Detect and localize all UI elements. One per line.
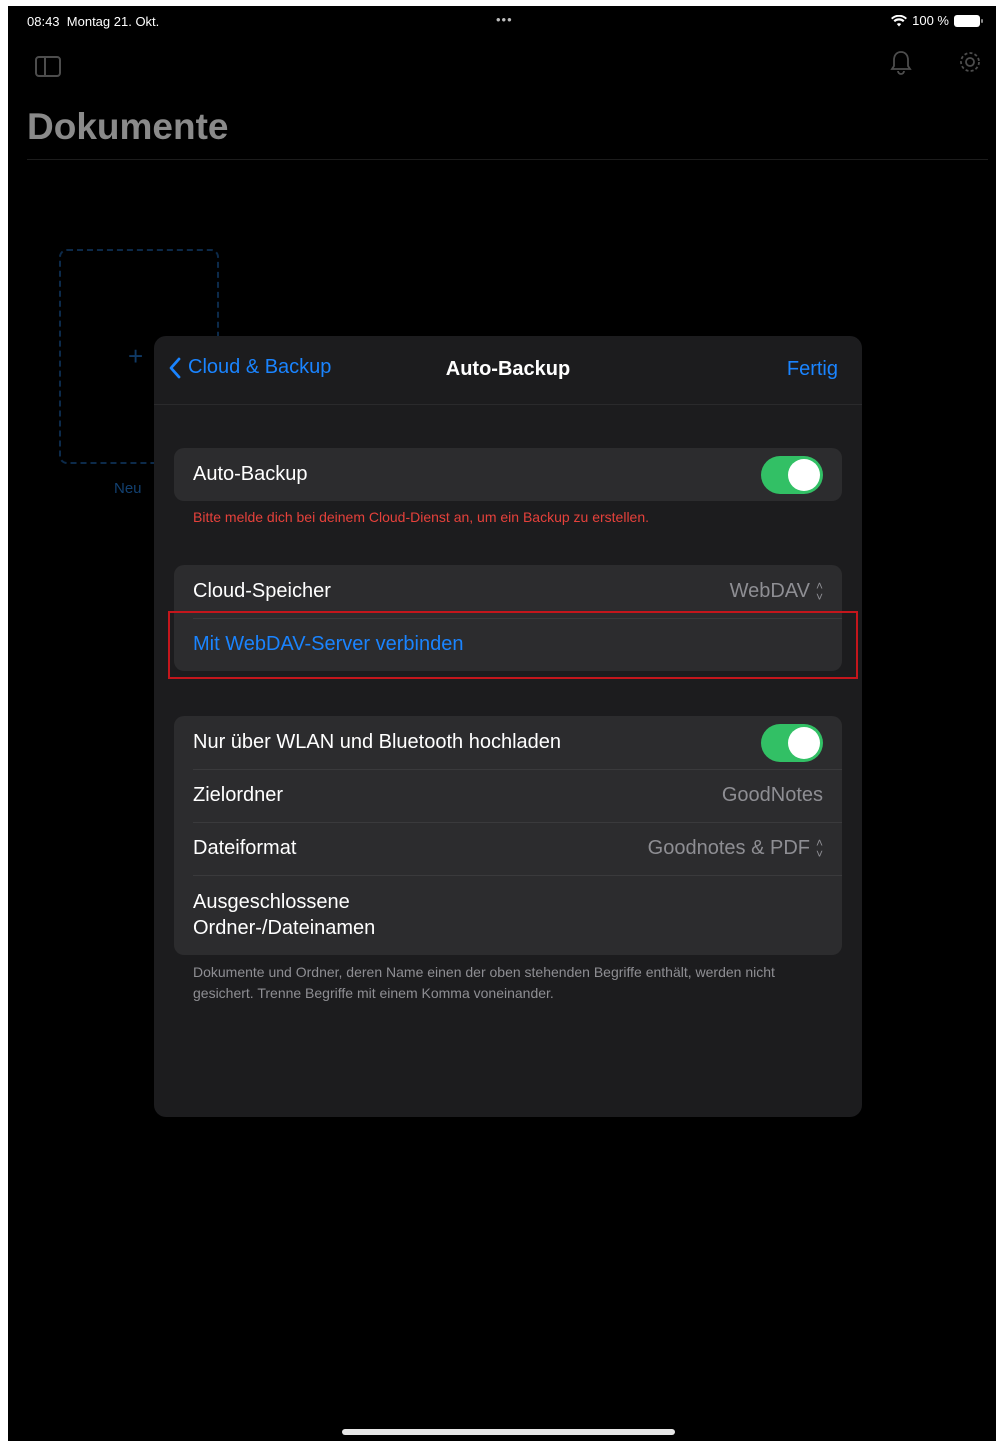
upload-options-group: Nur über WLAN und Bluetooth hochladen Zi…	[174, 716, 842, 955]
gear-icon[interactable]	[958, 50, 982, 81]
title-divider	[27, 159, 988, 160]
connect-webdav-row[interactable]: Mit WebDAV-Server verbinden	[174, 618, 842, 671]
new-document-label: Neu	[114, 480, 142, 497]
status-time-value: 08:43	[27, 14, 60, 29]
excluded-names-footnote: Dokumente und Ordner, deren Name einen d…	[193, 964, 775, 1001]
status-date: Montag 21. Okt.	[66, 14, 160, 29]
done-button[interactable]: Fertig	[787, 358, 838, 381]
ipad-screen: 08:43 Montag 21. Okt. ••• 100 % Dokument…	[8, 6, 996, 1441]
target-folder-value: GoodNotes	[721, 784, 823, 806]
target-folder-label: Zielordner	[193, 784, 284, 806]
auto-backup-row: Auto-Backup	[174, 448, 842, 501]
wifi-only-row: Nur über WLAN und Bluetooth hochladen	[174, 716, 842, 769]
auto-backup-group: Auto-Backup	[174, 448, 842, 501]
cloud-storage-group: Cloud-Speicher WebDAV ˄ ˅ Mit WebDAV-Serv…	[174, 565, 842, 671]
cloud-storage-row[interactable]: Cloud-Speicher WebDAV ˄ ˅	[174, 565, 842, 618]
cloud-storage-value[interactable]: WebDAV ˄ ˅	[730, 580, 823, 603]
wifi-only-toggle[interactable]	[761, 723, 823, 762]
wifi-only-label: Nur über WLAN und Bluetooth hochladen	[193, 731, 562, 753]
multitasking-dots[interactable]: •••	[496, 12, 513, 27]
file-format-label: Dateiformat	[193, 837, 297, 859]
sheet-title: Auto-Backup	[445, 358, 571, 380]
excluded-names-label-line2: Ordner-/Dateinamen	[193, 917, 376, 939]
nav-bar: Cloud & Backup Auto-Backup Fertig	[154, 336, 862, 405]
file-format-value[interactable]: Goodnotes & PDF ˄ ˅	[648, 837, 823, 860]
cloud-storage-value-text: WebDAV	[729, 580, 810, 602]
cloud-storage-label: Cloud-Speicher	[193, 580, 331, 602]
sidebar-icon[interactable]	[35, 56, 61, 77]
bell-icon[interactable]	[890, 50, 912, 83]
excluded-names-label: Ausgeschlossene Ordner-/Dateinamen	[193, 889, 823, 941]
battery-percentage: 100 %	[912, 13, 949, 28]
status-time: 08:43 Montag 21. Okt.	[27, 14, 159, 29]
target-folder-row[interactable]: Zielordner GoodNotes	[174, 769, 842, 822]
plus-icon: +	[128, 341, 144, 371]
home-indicator[interactable]	[342, 1429, 675, 1435]
excluded-names-label-line1: Ausgeschlossene	[193, 891, 350, 913]
chevron-up-down-icon: ˄ ˅	[815, 578, 823, 604]
page-title: Dokumente	[27, 106, 229, 147]
battery-icon	[954, 14, 983, 27]
status-right: 100 %	[891, 13, 983, 28]
excluded-names-row[interactable]: Ausgeschlossene Ordner-/Dateinamen	[174, 875, 842, 955]
auto-backup-toggle[interactable]	[761, 455, 823, 494]
auto-backup-sheet: Cloud & Backup Auto-Backup Fertig Auto-B…	[154, 336, 862, 1117]
chevron-up-down-icon: ˄ ˅	[815, 835, 823, 861]
login-error-message: Bitte melde dich bei deinem Cloud-Dienst…	[193, 509, 650, 525]
connect-webdav-button[interactable]: Mit WebDAV-Server verbinden	[193, 633, 463, 656]
auto-backup-label: Auto-Backup	[193, 463, 308, 485]
wifi-icon	[891, 14, 908, 26]
file-format-value-text: Goodnotes & PDF	[647, 837, 810, 859]
file-format-row[interactable]: Dateiformat Goodnotes & PDF ˄ ˅	[174, 822, 842, 875]
